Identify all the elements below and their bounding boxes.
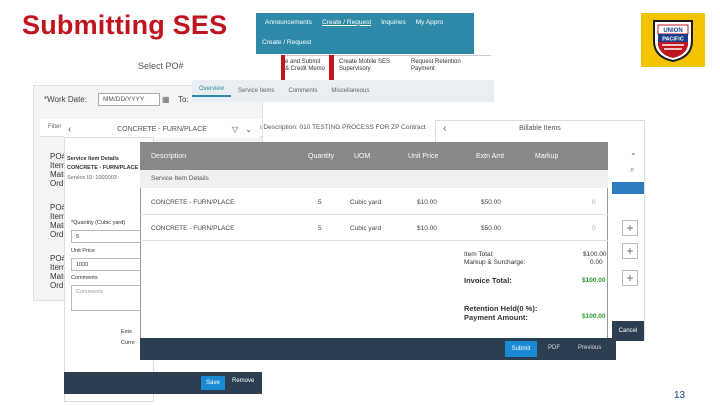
remove-button[interactable]: Remove [232,378,254,384]
markup-value: 0.00 [590,259,603,266]
column-header: Extn Amt [476,152,505,160]
dropdown-text: Supervisory [339,66,371,72]
svg-text:PACIFIC: PACIFIC [662,37,684,43]
search-icon[interactable]: ⌕ [630,165,634,175]
cell-description: CONCRETE - FURN/PLACE [151,225,235,232]
table-row[interactable]: CONCRETE - FURN/PLACE 5 Cubic yard $10.0… [140,189,608,215]
dropdown-option-retention[interactable]: Request Retention Payment [411,59,461,73]
work-date-label: *Work Date: [44,95,87,104]
dropdown-text: Payment [411,66,435,72]
action-bar [140,338,616,360]
cell-markup: 0 [592,199,596,206]
payment-amount-label: Payment Amount: [464,313,528,322]
column-header: Description [151,152,187,160]
slide-title: Submitting SES [22,10,228,40]
nav-sub-label: Create / Request [262,39,312,46]
add-icon[interactable]: + [622,243,638,259]
cell-markup: 0 [592,225,596,232]
top-navigation: Announcements Create / Request Inquiries… [256,13,474,54]
table-row[interactable]: CONCRETE - FURN/PLACE 5 Cubic yard $10.0… [140,215,608,241]
column-header: UOM [354,152,371,160]
column-header: Markup [535,152,559,160]
tab-service-items[interactable]: Service Items [231,88,281,94]
page-number: 13 [674,390,686,401]
cell-extn-amt: $50.00 [481,225,501,232]
markup-label: Markup & Surcharge: [464,259,526,266]
billable-items-header: ‹ Billable Items [435,120,645,138]
cancel-button[interactable]: Cancel [612,321,644,341]
create-dropdown: e and Submit & Credit Memo Create Mobile… [281,55,491,80]
selected-row-indicator [612,182,644,194]
billable-title: Billable Items [519,125,561,132]
work-date-input[interactable]: MM/DD/YYYY [98,93,160,106]
submit-button[interactable]: Submit [505,341,537,357]
svg-text:UNION: UNION [663,28,682,34]
filter-icon[interactable]: ▽ [232,122,238,138]
union-pacific-logo: UNION PACIFIC [641,13,705,67]
extended-label: Exte [121,329,133,335]
column-header: Unit Price [408,152,439,160]
add-icon[interactable]: + [622,220,638,236]
dropdown-option-submit[interactable]: e and Submit & Credit Memo [285,59,325,73]
comments-label: Comments [71,275,98,281]
filter-label[interactable]: Filter [48,124,61,130]
comments-input[interactable]: Comments [71,285,141,311]
dropdown-option-mobile-ses[interactable]: Create Mobile SES Supervisory [339,59,390,73]
item-total-value: $100.00 [583,251,607,258]
chevron-down-icon[interactable]: ⌄ [245,122,252,138]
calendar-icon[interactable]: ▦ [162,95,170,104]
service-item-name: CONCRETE - FURN/PLACE [67,165,139,171]
payment-amount-value: $100.00 [582,313,606,320]
quantity-input[interactable]: 5 [71,230,141,243]
to-label: To: [178,95,189,104]
service-item-header: ‹ CONCRETE - FURN/PLACE ▽ ⌄ [64,122,260,138]
tab-comments[interactable]: Comments [281,88,324,94]
service-item-title: CONCRETE - FURN/PLACE [117,126,207,133]
cell-uom: Cubic yard [350,225,382,232]
highlight-bar-left [281,55,285,81]
unit-price-label: Unit Price [71,248,95,254]
select-po-label: Select PO# [138,61,184,71]
cell-uom: Cubic yard [350,199,382,206]
cell-unit-price: $10.00 [417,225,437,232]
save-button[interactable]: Save [201,376,225,390]
current-label: Curre [121,340,135,346]
table-header: Description Quantity UOM Unit Price Extn… [140,142,608,170]
back-chevron-icon[interactable]: ‹ [443,120,446,138]
service-details-title: Service Item Details [67,156,119,162]
cell-description: CONCRETE - FURN/PLACE [151,199,235,206]
back-chevron-icon[interactable]: ‹ [68,122,71,138]
nav-my-approvals[interactable]: My Appro [411,19,448,26]
invoice-total-label: Invoice Total: [464,276,512,285]
item-total-label: Item Total: [464,251,494,258]
nav-announcements[interactable]: Announcements [260,19,317,26]
column-header: Quantity [308,152,335,160]
service-id: Service ID: 1000003 [67,175,117,181]
nav-create-request[interactable]: Create / Request [317,19,376,26]
cell-quantity: 5 [318,199,322,206]
unit-price-input[interactable]: 1000 [71,258,141,271]
chevron-down-icon[interactable]: ⌄ [630,148,637,157]
cell-quantity: 5 [318,225,322,232]
table-section-title: Service Item Details [140,170,608,188]
quantity-label: *Quantity (Cubic yard) [71,220,126,226]
dropdown-text: Request Retention [411,59,461,65]
cell-extn-amt: $50.00 [481,199,501,206]
tab-miscellaneous[interactable]: Miscellaneous [324,88,376,94]
add-icon[interactable]: + [622,270,638,286]
description-line: n Description: 010 TESTING PROCESS FOR Z… [258,124,426,131]
highlight-bar-right [329,55,334,81]
dropdown-text: Create Mobile SES [339,59,391,65]
dropdown-text: & Credit Memo [285,66,326,72]
pdf-button[interactable]: PDF [548,345,560,351]
nav-inquiries[interactable]: Inquiries [376,19,411,26]
retention-label: Retention Held(0 %): [464,304,538,313]
overview-tabs: Overview Service Items Comments Miscella… [192,80,494,102]
cell-unit-price: $10.00 [417,199,437,206]
previous-button[interactable]: Previous [578,345,601,351]
invoice-total-value: $100.00 [582,277,606,284]
dropdown-text: e and Submit [285,59,321,65]
tab-overview[interactable]: Overview [192,86,232,97]
